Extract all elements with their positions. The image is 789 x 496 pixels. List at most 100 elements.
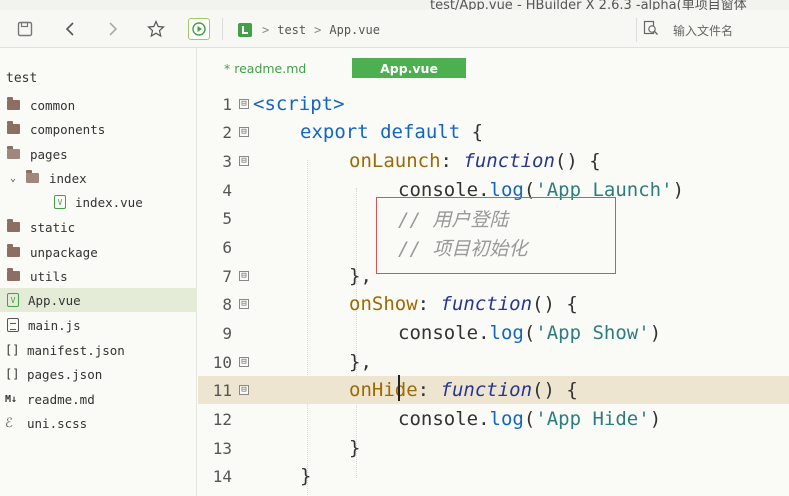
- tree-item-label: unpackage: [30, 244, 98, 260]
- code-token: ): [649, 408, 662, 430]
- fold-toggle-icon[interactable]: ⊟: [239, 299, 249, 309]
- project-logo-icon: [238, 23, 252, 37]
- folder-open-icon: [7, 146, 20, 159]
- annotation-rectangle: [376, 197, 616, 274]
- tree-item-readme-md[interactable]: M↓ readme.md: [0, 387, 197, 411]
- code-token: }: [349, 437, 361, 459]
- tree-item-label: components: [30, 121, 106, 137]
- line-number: 14: [212, 466, 232, 486]
- code-token: ): [672, 179, 685, 201]
- line-number: 8: [222, 294, 232, 314]
- code-token: function: [440, 379, 533, 401]
- tree-item-app-vue[interactable]: V App.vue: [0, 288, 197, 312]
- js-file-icon: [7, 318, 19, 332]
- code-token: },: [349, 265, 372, 287]
- breadcrumb-file[interactable]: App.vue: [329, 23, 380, 37]
- code-token: :: [417, 379, 441, 401]
- code-token: export default: [300, 121, 461, 143]
- line-number: 6: [222, 237, 232, 257]
- folder-open-icon: [26, 170, 39, 183]
- editor-tabs: * readme.md App.vue: [198, 48, 789, 84]
- star-icon[interactable]: [145, 18, 167, 40]
- breadcrumb-separator: >: [262, 23, 270, 37]
- breadcrumb: > test > App.vue: [238, 20, 380, 40]
- tab-readme-md[interactable]: * readme.md: [224, 58, 306, 78]
- window-title: test/App.vue - HBuilder X 2.6.3 -alpha(单…: [430, 0, 747, 10]
- tree-item-label: main.js: [28, 317, 81, 333]
- breadcrumb-project[interactable]: test: [277, 23, 306, 37]
- folder-icon: [7, 268, 20, 281]
- tree-item-label: uni.scss: [27, 415, 88, 431]
- search-input[interactable]: 输入文件名: [673, 22, 733, 39]
- line-number: 7: [222, 266, 232, 286]
- forward-arrow-icon[interactable]: [102, 18, 124, 40]
- file-search-box[interactable]: 输入文件名: [636, 18, 789, 42]
- title-bar: test/App.vue - HBuilder X 2.6.3 -alpha(单…: [0, 0, 789, 10]
- code-line: 12 console.log('App Hide'): [198, 405, 789, 433]
- code-token: (: [523, 322, 536, 344]
- tree-item-label: pages.json: [27, 366, 103, 382]
- json-file-icon: []: [5, 367, 20, 381]
- code-token: }: [300, 465, 312, 487]
- run-icon[interactable]: [188, 18, 210, 40]
- line-number: 5: [222, 208, 232, 228]
- code-line: 14 }: [198, 462, 789, 490]
- tree-item-common[interactable]: common: [0, 93, 197, 117]
- line-number: 1: [222, 94, 232, 114]
- fold-toggle-icon[interactable]: ⊟: [239, 156, 249, 166]
- line-number: 11: [212, 380, 232, 400]
- tree-item-index[interactable]: ⌄ index: [0, 166, 197, 190]
- vue-file-icon: V: [7, 293, 19, 307]
- project-explorer: test common components pages ⌄ index V i…: [0, 48, 197, 496]
- line-number: 12: [212, 409, 232, 429]
- chevron-down-icon[interactable]: ⌄: [10, 173, 20, 184]
- tree-item-label: common: [30, 97, 76, 113]
- code-token: onHide: [349, 379, 418, 401]
- tree-item-static[interactable]: static: [0, 215, 197, 239]
- fold-toggle-icon[interactable]: ⊟: [239, 127, 249, 137]
- tab-app-vue[interactable]: App.vue: [352, 58, 466, 78]
- code-token: log: [489, 322, 524, 344]
- code-token: :: [440, 150, 464, 172]
- code-line: 9 console.log('App Show'): [198, 319, 789, 347]
- code-line: 1 ⊟ <script>: [198, 90, 789, 118]
- code-token: 'App Show': [535, 322, 650, 344]
- file-search-icon: [643, 20, 659, 40]
- tree-item-index-vue[interactable]: V index.vue: [0, 190, 197, 214]
- tree-item-main-js[interactable]: main.js: [0, 313, 197, 337]
- save-icon[interactable]: [14, 18, 36, 40]
- fold-toggle-icon[interactable]: ⊟: [239, 357, 249, 367]
- vue-file-icon: V: [54, 195, 66, 209]
- code-token: log: [489, 408, 524, 430]
- code-token: () {: [532, 293, 578, 315]
- code-token: () {: [532, 379, 578, 401]
- code-token: () {: [554, 150, 601, 172]
- tree-item-label: pages: [30, 146, 68, 162]
- tree-item-pages-json[interactable]: [] pages.json: [0, 362, 197, 386]
- project-root[interactable]: test: [6, 71, 37, 86]
- toolbar: > test > App.vue 输入文件名: [0, 10, 789, 48]
- fold-toggle-icon[interactable]: ⊟: [239, 99, 249, 109]
- code-line: 13 }: [198, 434, 789, 462]
- tree-item-pages[interactable]: pages: [0, 142, 197, 166]
- breadcrumb-separator: >: [314, 23, 322, 37]
- tree-item-utils[interactable]: utils: [0, 264, 197, 288]
- code-token: console.: [398, 408, 490, 430]
- back-arrow-icon[interactable]: [59, 18, 81, 40]
- code-token: ): [649, 322, 662, 344]
- tree-item-components[interactable]: components: [0, 117, 197, 141]
- fold-toggle-icon[interactable]: ⊟: [239, 385, 249, 395]
- folder-icon: [7, 244, 20, 257]
- line-number: 13: [212, 438, 232, 458]
- tree-item-label: index.vue: [75, 194, 143, 210]
- code-token: :: [417, 293, 441, 315]
- tree-item-uni-scss[interactable]: ℰ uni.scss: [0, 411, 197, 435]
- code-token: },: [349, 351, 372, 373]
- tree-item-manifest-json[interactable]: [] manifest.json: [0, 338, 197, 362]
- tree-item-unpackage[interactable]: unpackage: [0, 240, 197, 264]
- tree-item-label: utils: [30, 268, 68, 284]
- tree-item-label: index: [49, 170, 87, 186]
- code-token: console.: [398, 322, 490, 344]
- code-token: {: [460, 121, 484, 143]
- fold-toggle-icon[interactable]: ⊟: [239, 271, 249, 281]
